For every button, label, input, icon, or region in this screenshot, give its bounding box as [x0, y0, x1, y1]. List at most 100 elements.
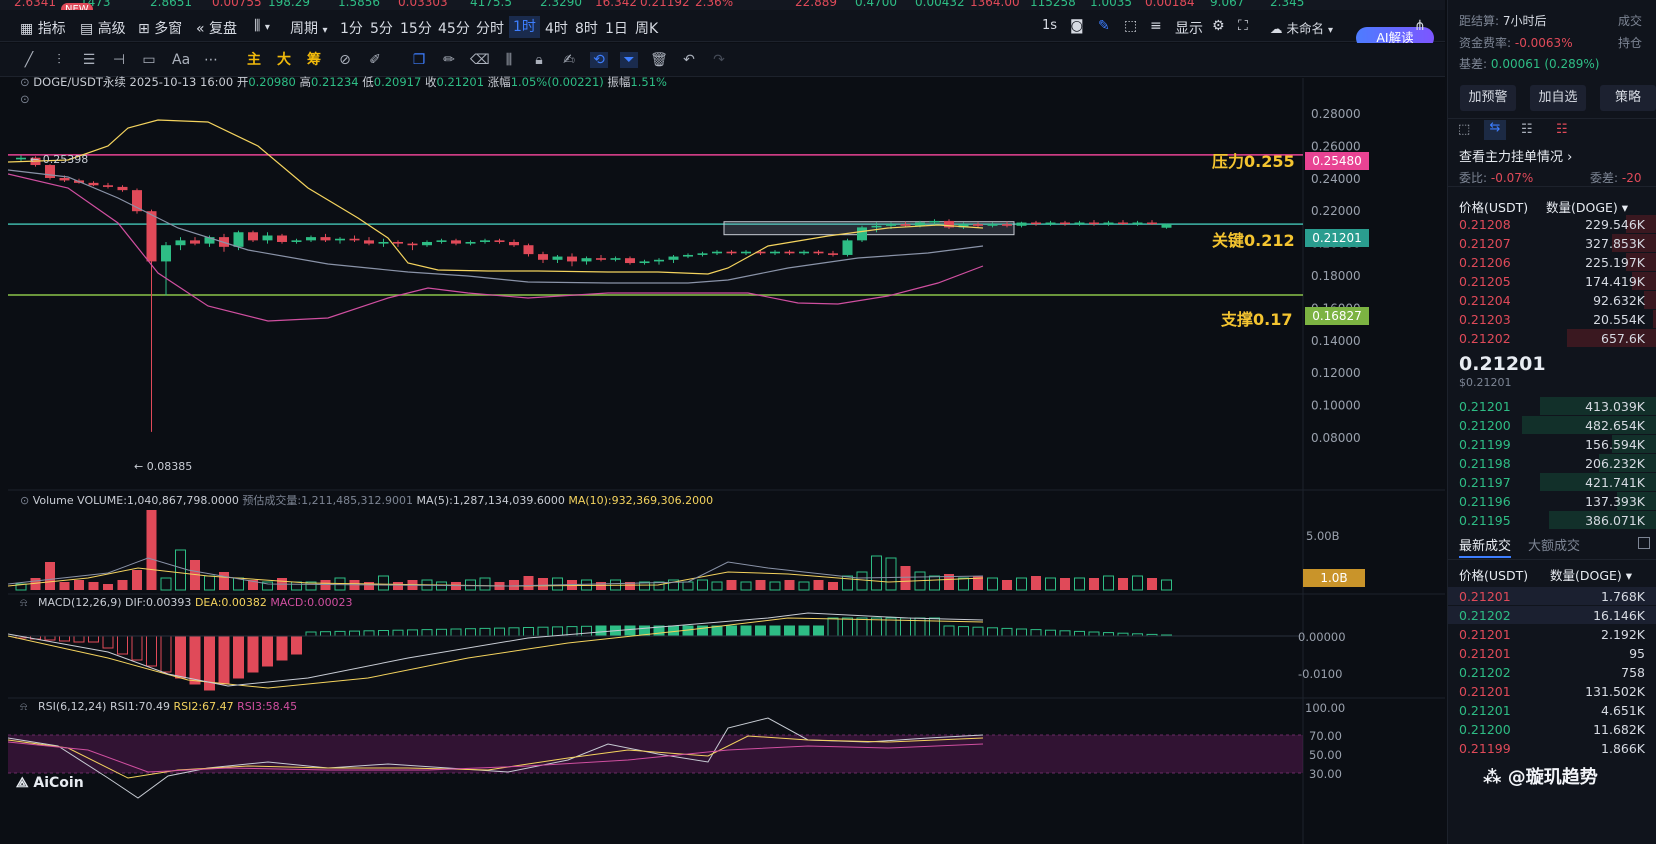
channel-tool-icon[interactable]: ⫶	[50, 52, 68, 68]
magnet-mode-icon[interactable]: ⟲	[590, 52, 608, 68]
refresh-interval[interactable]: 1s	[1042, 18, 1057, 33]
orderbook-both-icon[interactable]: ⇆	[1484, 120, 1506, 140]
rectangle-tool-icon[interactable]: ▭	[140, 52, 158, 68]
trade-row[interactable]: 0.21201 95	[1448, 643, 1656, 663]
candle-body	[378, 241, 389, 244]
chart-svg[interactable]: 0.280000.260000.240000.220000.200000.180…	[8, 78, 1445, 844]
collapse-icon[interactable]: ⊙	[20, 494, 29, 507]
bid-row[interactable]: 0.21201 413.039K	[1448, 396, 1656, 416]
big-trades-checkbox[interactable]	[1638, 537, 1650, 549]
chip-tool[interactable]: 筹	[305, 52, 323, 68]
interval-15m[interactable]: 15分	[400, 18, 432, 38]
orderbook-bids-icon[interactable]: ☷	[1521, 122, 1533, 137]
filter-icon[interactable]: ⏷	[620, 52, 638, 68]
bell-icon[interactable]: ⍾	[20, 596, 27, 610]
expand-icon[interactable]: ⊙	[20, 92, 30, 106]
ask-row[interactable]: 0.21203 20.554K	[1448, 309, 1656, 329]
tab-big-trades[interactable]: 大额成交	[1528, 535, 1580, 554]
trade-row[interactable]: 0.21201 131.502K	[1448, 681, 1656, 701]
macd-bar	[88, 635, 99, 643]
ruler-icon[interactable]: ✏	[440, 52, 458, 68]
period-dropdown[interactable]: 周期 ▾	[290, 18, 327, 38]
collapse-icon[interactable]: ⊙	[20, 75, 30, 89]
bid-row[interactable]: 0.21199 156.594K	[1448, 434, 1656, 454]
add-watchlist-button[interactable]: 加自选	[1530, 85, 1586, 111]
fullscreen-icon[interactable]: ⛶	[1238, 18, 1248, 34]
ask-row[interactable]: 0.21206 225.197K	[1448, 252, 1656, 272]
magnet-icon[interactable]: ⊘	[336, 52, 354, 68]
crop-icon[interactable]: ⬚	[1124, 18, 1137, 34]
display-button[interactable]: 显示	[1175, 18, 1203, 38]
trade-row[interactable]: 0.21201 1.768K	[1448, 586, 1656, 606]
replay-button[interactable]: « 复盘	[196, 18, 237, 38]
ask-row[interactable]: 0.21208 229.546K	[1448, 214, 1656, 234]
trade-row[interactable]: 0.21202 16.146K	[1448, 605, 1656, 625]
pen-icon[interactable]: ✎	[1098, 18, 1110, 34]
layout-dropdown[interactable]: ☁ 未命名 ▾	[1270, 18, 1333, 37]
eraser-icon[interactable]: ⌫	[470, 52, 490, 68]
interval-4h[interactable]: 4时	[545, 18, 568, 38]
candle-body	[567, 256, 577, 262]
candle-tool-icon[interactable]: ⫼	[500, 52, 518, 68]
chart-area[interactable]: 0.280000.260000.240000.220000.200000.180…	[8, 75, 1445, 844]
orderbook-title-link[interactable]: 查看主力挂单情况 ›	[1459, 146, 1572, 165]
multiwindow-button[interactable]: ⊞ 多窗	[138, 18, 182, 38]
interval-1h[interactable]: 1时	[509, 16, 540, 38]
more-icon[interactable]: ⋯	[202, 52, 220, 68]
redo-icon[interactable]: ↷	[710, 52, 728, 68]
interval-8h[interactable]: 8时	[575, 18, 598, 38]
share-icon[interactable]: ⋔	[1414, 18, 1426, 34]
ask-row[interactable]: 0.21207 327.853K	[1448, 233, 1656, 253]
ask-row[interactable]: 0.21205 174.419K	[1448, 271, 1656, 291]
bid-row[interactable]: 0.21198 206.232K	[1448, 453, 1656, 473]
trades-col-qty[interactable]: 数量(DOGE) ▾	[1550, 565, 1632, 584]
quantity: 16.146K	[1593, 608, 1645, 623]
strategy-button[interactable]: 策略	[1600, 85, 1656, 111]
settings-icon[interactable]: ⚙	[1212, 18, 1225, 34]
bid-row[interactable]: 0.21200 482.654K	[1448, 415, 1656, 435]
brush-icon[interactable]: ✐	[366, 52, 384, 68]
delete-icon[interactable]: 🗑︎	[650, 52, 668, 68]
volume-bar	[828, 582, 838, 590]
menu-icon[interactable]: ≡	[1150, 18, 1162, 34]
ask-row[interactable]: 0.21202 657.6K	[1448, 328, 1656, 348]
trade-row[interactable]: 0.21199 1.866K	[1448, 738, 1656, 758]
bell-icon[interactable]: ⍾	[20, 700, 27, 714]
candle-body	[1132, 222, 1143, 225]
edit-icon[interactable]: ✍	[560, 52, 578, 68]
main-force-tool[interactable]: 主	[245, 52, 263, 68]
bid-row[interactable]: 0.21196 137.393K	[1448, 491, 1656, 511]
trade-row[interactable]: 0.21202 758	[1448, 662, 1656, 682]
trade-row[interactable]: 0.21201 4.651K	[1448, 700, 1656, 720]
ask-row[interactable]: 0.21204 92.632K	[1448, 290, 1656, 310]
advanced-button[interactable]: ▤ 高级	[80, 18, 126, 38]
tab-latest-trades[interactable]: 最新成交	[1459, 535, 1511, 554]
line-tool-icon[interactable]: ╱	[20, 52, 38, 68]
volume-bar	[1103, 575, 1114, 591]
indicator-button[interactable]: ▦ 指标	[20, 18, 66, 38]
lock-icon[interactable]: 🔒︎	[530, 52, 548, 68]
orderbook-asks-icon[interactable]: ☷	[1556, 122, 1568, 137]
undo-icon[interactable]: ↶	[680, 52, 698, 68]
camera-icon[interactable]: ◙	[1070, 18, 1084, 34]
trade-row[interactable]: 0.21201 2.192K	[1448, 624, 1656, 644]
interval-1d[interactable]: 1日	[605, 18, 628, 38]
bid-row[interactable]: 0.21197 421.741K	[1448, 472, 1656, 492]
hline-tool-icon[interactable]: ⊣	[110, 52, 128, 68]
orderbook-mode-icon[interactable]: ⬚	[1458, 122, 1470, 137]
interval-45m[interactable]: 45分	[438, 18, 470, 38]
text-tool-icon[interactable]: Aa	[172, 52, 190, 68]
interval-1m[interactable]: 1分	[340, 18, 363, 38]
add-alert-button[interactable]: 加预警	[1460, 85, 1516, 111]
copy-icon[interactable]: ❐	[410, 52, 428, 68]
trade-row[interactable]: 0.21200 11.682K	[1448, 719, 1656, 739]
interval-5m[interactable]: 5分	[370, 18, 393, 38]
interval-1w[interactable]: 周K	[635, 18, 658, 38]
chart-type-button[interactable]: ⫼ ▾	[254, 18, 270, 34]
big-order-tool[interactable]: 大	[275, 52, 293, 68]
parallel-tool-icon[interactable]: ☰	[80, 52, 98, 68]
interval-timeline[interactable]: 分时	[476, 18, 504, 38]
bid-row[interactable]: 0.21195 386.071K	[1448, 510, 1656, 530]
rsi-info-line: RSI(6,12,24) RSI1:70.49 RSI2:67.47 RSI3:…	[38, 700, 297, 713]
chevron-down-icon: ▾	[1621, 200, 1629, 215]
